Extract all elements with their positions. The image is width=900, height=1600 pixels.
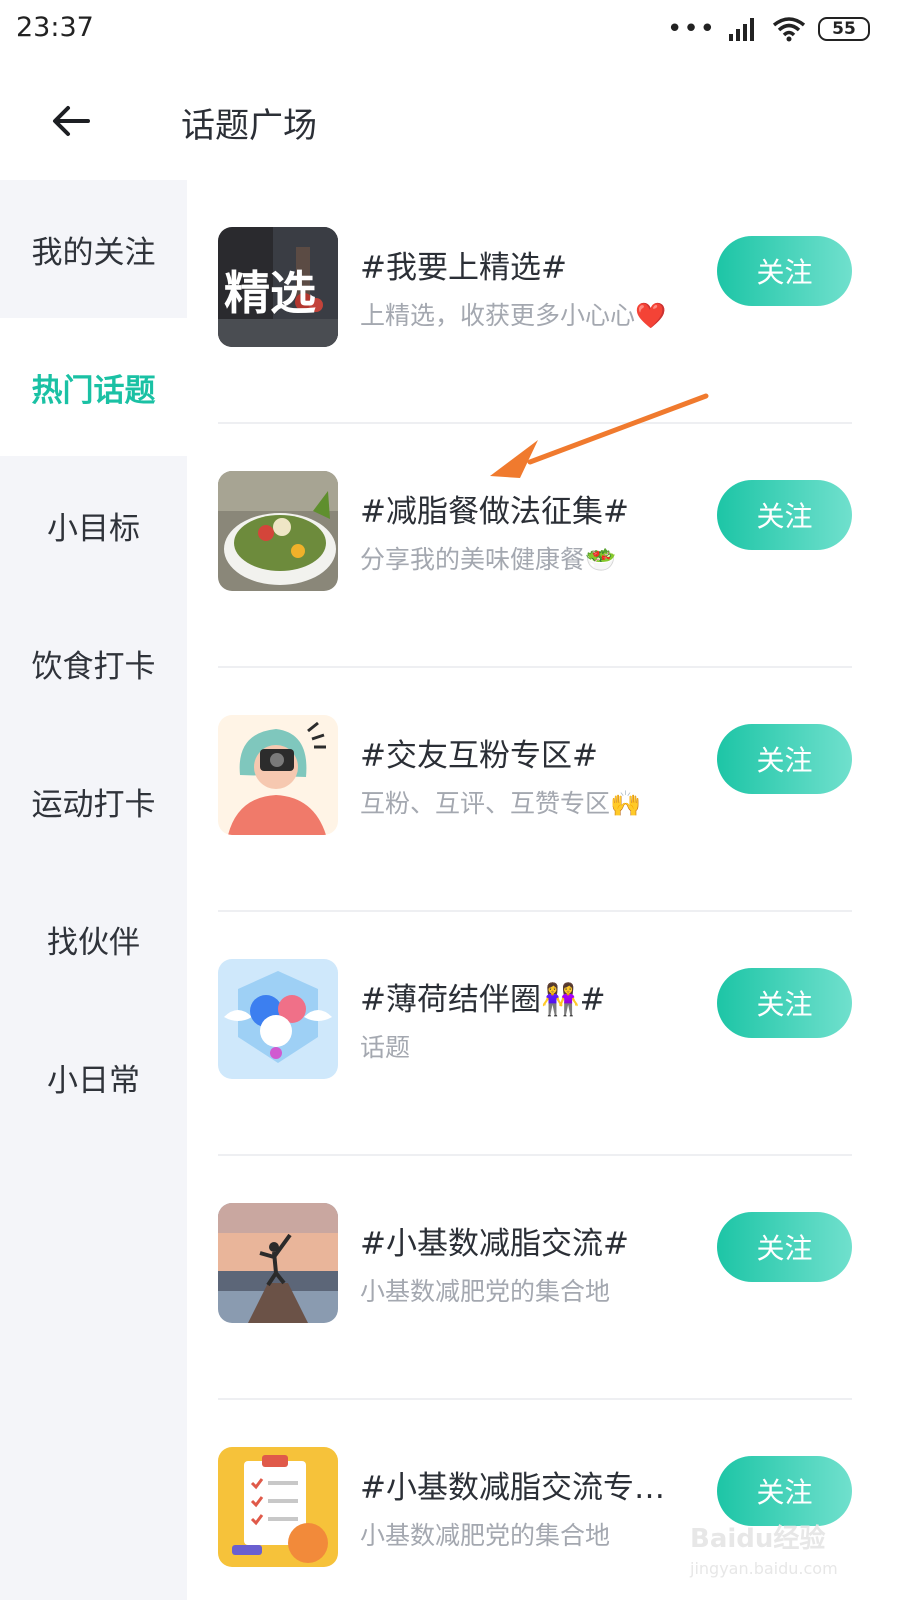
topic-thumbnail-camera-girl [218,715,338,835]
status-time: 23:37 [16,12,94,43]
sidebar: 我的关注 热门话题 小目标 饮食打卡 运动打卡 找伙伴 小日常 [0,180,187,1600]
sidebar-item-daily-life[interactable]: 小日常 [0,1008,187,1146]
topic-thumbnail-checklist [218,1447,338,1567]
topic-description: 上精选，收获更多小心心❤️ [360,301,667,330]
follow-button[interactable]: 关注 [717,480,852,550]
topic-row[interactable]: 精选 #我要上精选# 上精选，收获更多小心心❤️ 关注 [218,180,852,424]
sidebar-item-hot-topics[interactable]: 热门话题 [0,318,187,456]
topic-title: #我要上精选# [360,250,567,286]
topic-description: 话题 [360,1033,411,1062]
follow-button[interactable]: 关注 [717,968,852,1038]
page-title: 话题广场 [181,106,317,146]
status-bar: 23:37 ••• 55 [0,0,900,62]
topic-thumbnail-salad [218,471,338,591]
topic-row[interactable]: #交友互粉专区# 互粉、互评、互赞专区🙌 关注 [218,668,852,912]
sidebar-item-small-goals[interactable]: 小目标 [0,456,187,594]
topic-row[interactable]: #小基数减脂交流# 小基数减肥党的集合地 关注 [218,1156,852,1400]
topic-title: #小基数减脂交流专… [360,1470,665,1506]
topic-description: 互粉、互评、互赞专区🙌 [360,789,642,818]
topic-row[interactable]: #薄荷结伴圈👭# 话题 关注 [218,912,852,1156]
watermark: Baidu经验 jingyan.baidu.com [690,1518,870,1588]
annotation-arrow-icon [490,393,709,478]
topic-title: #交友互粉专区# [360,738,598,774]
header: 话题广场 [0,62,900,180]
topic-thumbnail-partner-badge [218,959,338,1079]
more-dots-icon: ••• [666,14,716,44]
wifi-icon [772,17,806,42]
battery-indicator: 55 [818,17,870,41]
topic-description: 小基数减肥党的集合地 [360,1277,611,1306]
svg-text:精选: 精选 [224,266,316,320]
sidebar-item-find-partner[interactable]: 找伙伴 [0,870,187,1008]
status-icons: ••• 55 [667,16,870,42]
sidebar-item-following[interactable]: 我的关注 [0,180,187,318]
topic-thumbnail-featured: 精选 [218,227,338,347]
watermark-brand: Baidu经验 [690,1524,826,1554]
follow-button[interactable]: 关注 [717,724,852,794]
sidebar-item-diet-checkin[interactable]: 饮食打卡 [0,594,187,732]
topic-title: #小基数减脂交流# [360,1226,629,1262]
sidebar-item-exercise-checkin[interactable]: 运动打卡 [0,732,187,870]
topic-description: 小基数减肥党的集合地 [360,1521,611,1550]
follow-button[interactable]: 关注 [717,1456,852,1526]
follow-button[interactable]: 关注 [717,236,852,306]
follow-button[interactable]: 关注 [717,1212,852,1282]
topic-title: #减脂餐做法征集# [360,494,629,530]
back-arrow-icon[interactable] [48,98,94,144]
signal-icon [729,18,754,41]
topic-description: 分享我的美味健康餐🥗 [360,545,617,574]
watermark-url: jingyan.baidu.com [690,1559,838,1578]
topic-title: #薄荷结伴圈👭# [360,982,606,1018]
topic-thumbnail-yoga-sunset [218,1203,338,1323]
